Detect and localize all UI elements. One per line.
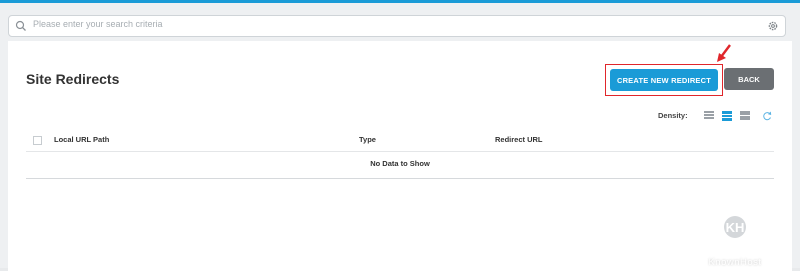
create-button-highlight: CREATE NEW REDIRECT <box>605 64 723 96</box>
search-icon <box>15 20 26 31</box>
search-bar[interactable]: Please enter your search criteria <box>8 15 786 37</box>
table-row: No Data to Show <box>26 152 774 179</box>
search-input[interactable]: Please enter your search criteria <box>33 19 163 29</box>
column-type[interactable]: Type <box>359 135 376 144</box>
brand-name: KnownHost <box>708 257 762 268</box>
main-panel: Site Redirects CREATE NEW REDIRECT BACK … <box>8 41 792 271</box>
page-title: Site Redirects <box>26 71 120 87</box>
table-header: Local URL Path Type Redirect URL <box>26 131 774 152</box>
knownhost-logo-icon: KH <box>717 209 753 245</box>
refresh-icon[interactable] <box>762 110 772 122</box>
column-redirect-url[interactable]: Redirect URL <box>495 135 543 144</box>
redirects-table: Local URL Path Type Redirect URL No Data… <box>26 131 774 179</box>
density-compact-icon[interactable] <box>704 111 714 121</box>
back-button[interactable]: BACK <box>724 68 774 90</box>
gear-icon[interactable] <box>767 20 779 32</box>
density-standard-icon[interactable] <box>722 111 732 121</box>
density-label: Density: <box>658 111 688 120</box>
app-frame: Please enter your search criteria Site R… <box>0 0 800 271</box>
create-new-redirect-button[interactable]: CREATE NEW REDIRECT <box>610 69 718 91</box>
select-all-checkbox[interactable] <box>33 136 42 145</box>
svg-text:KH: KH <box>726 220 745 235</box>
column-local-url-path[interactable]: Local URL Path <box>54 135 109 144</box>
density-comfortable-icon[interactable] <box>740 111 750 121</box>
annotation-arrow-icon <box>717 44 731 62</box>
empty-message: No Data to Show <box>370 159 430 168</box>
brand-logo: KH KnownHost <box>700 209 770 269</box>
